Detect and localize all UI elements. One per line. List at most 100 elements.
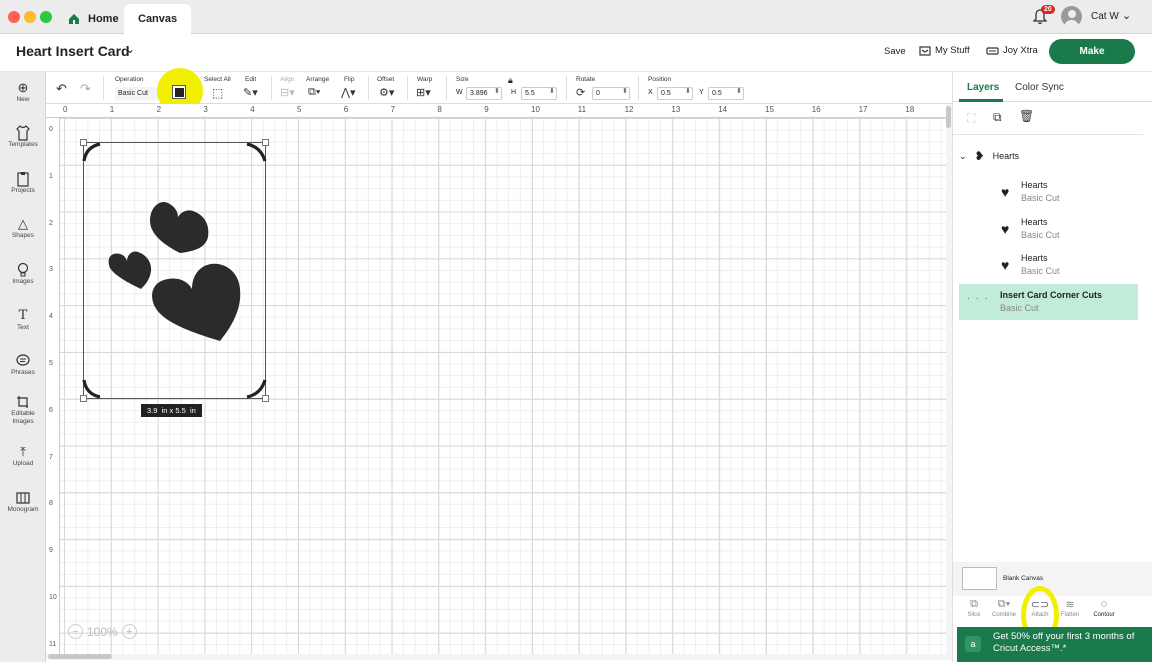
pencil-icon[interactable]: ✎▾ bbox=[243, 86, 258, 99]
layer-operation: Basic Cut bbox=[1021, 193, 1060, 203]
layer-item-selected[interactable]: · · · Insert Card Corner Cuts Basic Cut bbox=[959, 284, 1138, 320]
sidebar-item-shapes[interactable]: △ Shapes bbox=[0, 216, 46, 240]
width-stepper[interactable]: ⬍ bbox=[494, 87, 500, 95]
layer-operation: Basic Cut bbox=[1000, 303, 1039, 313]
layer-group-hearts[interactable]: ⌄ ❥ Hearts bbox=[959, 149, 1137, 163]
group-icon[interactable]: ⛶ bbox=[967, 111, 975, 126]
x-stepper[interactable]: ⬍ bbox=[685, 87, 691, 95]
heart-icon: ♥ bbox=[1001, 221, 1010, 237]
y-stepper[interactable]: ⬍ bbox=[736, 87, 742, 95]
resize-handle[interactable] bbox=[262, 395, 269, 402]
horizontal-scrollbar[interactable] bbox=[46, 654, 946, 660]
flip-icon[interactable]: ⋀▾ bbox=[341, 86, 356, 99]
tab-home[interactable]: Home bbox=[68, 4, 119, 34]
ruler-tick-label: 5 bbox=[49, 360, 53, 367]
machine-selector[interactable]: Joy Xtra bbox=[986, 45, 1038, 56]
position-y-value: 0.5 bbox=[712, 90, 722, 97]
ruler-tick-label: 9 bbox=[484, 105, 489, 114]
tab-canvas[interactable]: Canvas bbox=[124, 4, 192, 34]
tab-color-sync[interactable]: Color Sync bbox=[1015, 82, 1064, 93]
editable-image-icon bbox=[17, 396, 28, 408]
promo-text: Get 50% off your first 3 months of Cricu… bbox=[993, 631, 1135, 654]
my-stuff-label: My Stuff bbox=[935, 45, 970, 56]
sidebar-item-upload[interactable]: ⤒ Upload bbox=[0, 444, 46, 468]
sidebar-item-phrases[interactable]: Phrases bbox=[0, 353, 46, 377]
warp-icon[interactable]: ⊞▾ bbox=[416, 86, 431, 99]
right-panel: Layers Color Sync ⛶ ⧉ 🗑︎ ⌄ ❥ Hearts ♥ He… bbox=[952, 72, 1152, 662]
chevron-down-icon[interactable]: ⌄ bbox=[959, 151, 967, 162]
duplicate-icon[interactable]: ⧉ bbox=[993, 110, 1002, 125]
sidebar-item-templates[interactable]: Templates bbox=[0, 125, 46, 149]
size-label: Size bbox=[456, 76, 469, 83]
sidebar-item-text[interactable]: T Text bbox=[0, 308, 46, 332]
ruler-top: 0 1 2 3 4 5 6 7 8 9 10 11 12 13 14 15 16 17 18 bbox=[46, 104, 946, 118]
ruler-tick-label: 4 bbox=[49, 313, 53, 321]
align-icon[interactable]: ⊟▾ bbox=[280, 86, 295, 99]
promo-banner[interactable]: a Get 50% off your first 3 months of Cri… bbox=[957, 627, 1152, 662]
arrange-icon[interactable]: ⧉▾ bbox=[308, 86, 320, 99]
tab-home-label: Home bbox=[88, 13, 119, 25]
chevron-down-icon[interactable]: ⌄ bbox=[1122, 9, 1131, 22]
offset-icon[interactable]: ⚙▾ bbox=[379, 86, 394, 99]
rotate-stepper[interactable]: ⬍ bbox=[622, 87, 628, 95]
contour-icon: ◌ bbox=[1100, 598, 1108, 610]
close-window-button[interactable] bbox=[8, 11, 20, 23]
trash-icon[interactable]: 🗑︎ bbox=[1019, 109, 1034, 123]
operation-label: Operation bbox=[115, 76, 144, 83]
maximize-window-button[interactable] bbox=[40, 11, 52, 23]
x-label: X bbox=[648, 89, 653, 96]
flatten-button[interactable]: ≋ Flatten bbox=[1055, 598, 1085, 618]
redo-icon[interactable]: ↷ bbox=[80, 81, 91, 97]
sidebar-item-label: New bbox=[16, 96, 30, 103]
left-sidebar: ⊕ New Templates Projects △ Shapes Images… bbox=[0, 72, 46, 662]
zoom-in-button[interactable]: + bbox=[121, 624, 137, 639]
shirt-icon bbox=[16, 125, 30, 141]
ruler-tick-label: 16 bbox=[811, 105, 821, 114]
sidebar-item-projects[interactable]: Projects bbox=[0, 171, 46, 195]
offset-label: Offset bbox=[377, 76, 395, 83]
ruler-tick-label: 1 bbox=[109, 105, 115, 114]
zoom-control: − 100% + bbox=[68, 624, 137, 639]
ruler-tick-label: 8 bbox=[49, 500, 53, 508]
card-artwork[interactable] bbox=[80, 139, 270, 403]
resize-handle[interactable] bbox=[262, 139, 269, 146]
combine-button[interactable]: ⧉▾ Combine bbox=[989, 598, 1019, 618]
tab-layers[interactable]: Layers bbox=[967, 82, 999, 93]
contour-button[interactable]: ◌ Contour bbox=[1089, 598, 1119, 618]
undo-icon[interactable]: ↶ bbox=[56, 81, 67, 97]
sidebar-item-new[interactable]: ⊕ New bbox=[0, 80, 46, 104]
select-all-icon[interactable]: ⬚ bbox=[212, 86, 223, 100]
project-title[interactable]: Heart Insert Card bbox=[16, 43, 130, 59]
ruler-tick-label: 10 bbox=[531, 105, 540, 114]
zoom-out-button[interactable]: − bbox=[68, 624, 83, 639]
blank-canvas-row[interactable]: Blank Canvas bbox=[953, 562, 1152, 596]
sidebar-item-label: Images bbox=[12, 278, 34, 285]
height-stepper[interactable]: ⬍ bbox=[549, 87, 555, 95]
notifications-button[interactable]: 20 bbox=[1032, 5, 1055, 30]
slice-button[interactable]: ⧉ Slice bbox=[959, 598, 989, 618]
tab-canvas-label: Canvas bbox=[138, 13, 178, 25]
my-stuff-button[interactable]: My Stuff bbox=[919, 45, 970, 56]
color-swatch-button[interactable] bbox=[172, 85, 186, 99]
machine-icon bbox=[986, 46, 999, 55]
sidebar-item-editable-images[interactable]: Editable Images bbox=[0, 394, 46, 427]
chevron-down-icon[interactable]: ⌄ bbox=[125, 42, 135, 56]
minimize-window-button[interactable] bbox=[24, 11, 36, 23]
lock-icon[interactable]: 🔒︎ bbox=[508, 75, 513, 86]
ruler-tick-label: 14 bbox=[718, 105, 728, 114]
layer-name: Hearts bbox=[1021, 217, 1048, 227]
flatten-icon: ≋ bbox=[1065, 599, 1075, 611]
sidebar-item-images[interactable]: Images bbox=[0, 262, 46, 286]
sidebar-item-monogram[interactable]: Monogram bbox=[0, 490, 46, 514]
user-name[interactable]: Cat W bbox=[1091, 11, 1119, 22]
resize-handle[interactable] bbox=[80, 395, 87, 402]
ruler-left: 0 1 2 3 4 5 6 7 8 9 10 11 bbox=[46, 118, 60, 654]
avatar[interactable] bbox=[1061, 6, 1082, 27]
save-button[interactable]: Save bbox=[884, 46, 906, 57]
layer-name: Hearts bbox=[1021, 253, 1048, 263]
sidebar-item-label: Upload bbox=[12, 460, 34, 467]
ruler-tick-label: 3 bbox=[49, 266, 53, 274]
blank-canvas-swatch[interactable] bbox=[962, 567, 997, 590]
resize-handle[interactable] bbox=[80, 139, 87, 146]
make-button[interactable]: Make bbox=[1049, 39, 1135, 64]
